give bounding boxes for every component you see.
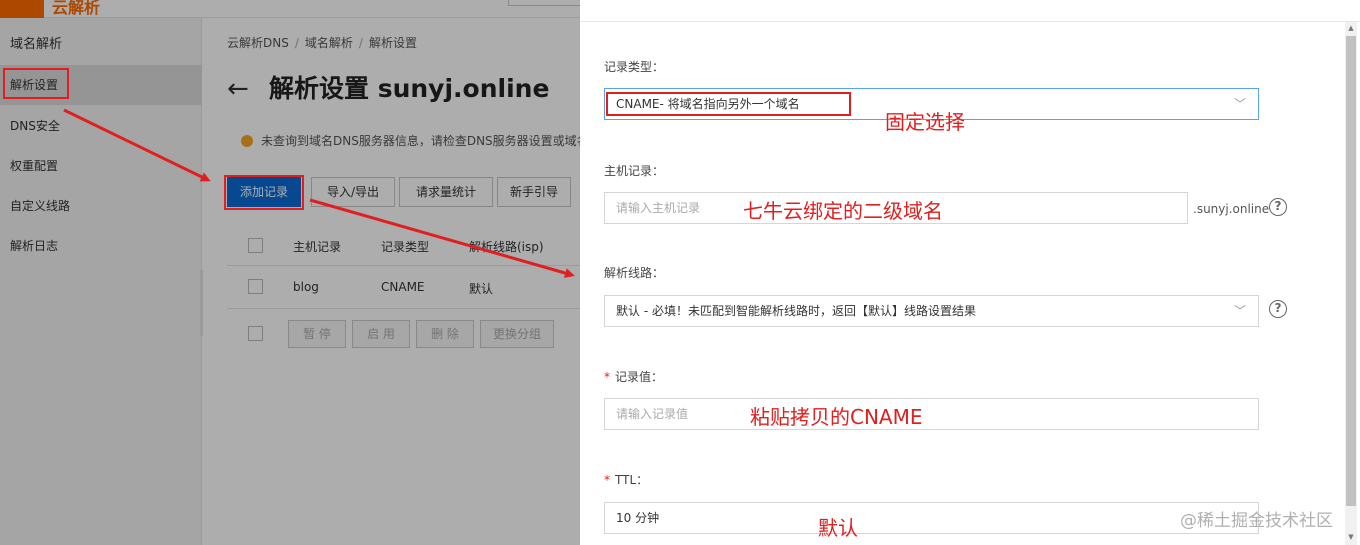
scroll-thumb[interactable]: [1346, 36, 1356, 506]
add-record-highlight-box: [224, 175, 304, 210]
chevron-down-icon: ﹀: [1233, 97, 1246, 111]
required-mark: *: [604, 473, 610, 487]
resolve-line-value: 默认 - 必填！未匹配到智能解析线路时，返回【默认】线路设置结果: [616, 304, 976, 318]
scroll-up-icon[interactable]: ▲: [1345, 22, 1357, 34]
resolve-line-label: 解析线路：: [604, 266, 665, 280]
domain-suffix: .sunyj.online: [1193, 202, 1270, 216]
record-value-label-text: 记录值：: [615, 370, 664, 384]
modal-overlay[interactable]: [0, 0, 580, 545]
drawer-scrollbar[interactable]: ▲ ▼: [1345, 22, 1357, 545]
record-type-label: 记录类型：: [604, 60, 665, 74]
annotation-default: 默认: [818, 516, 858, 540]
add-record-drawer: 记录类型： CNAME- 将域名指向另外一个域名 ﹀ 主机记录： 请输入主机记录…: [580, 0, 1360, 545]
host-record-placeholder: 请输入主机记录: [616, 201, 701, 215]
resolve-line-select[interactable]: 默认 - 必填！未匹配到智能解析线路时，返回【默认】线路设置结果 ﹀: [604, 295, 1259, 327]
help-icon[interactable]: ?: [1269, 300, 1287, 318]
host-record-label: 主机记录：: [604, 164, 665, 178]
annotation-paste-cname: 粘贴拷贝的CNAME: [750, 405, 923, 429]
annotation-fixed-choice: 固定选择: [885, 110, 965, 134]
watermark: @稀土掘金技术社区: [1180, 511, 1333, 531]
chevron-down-icon: ﹀: [1233, 304, 1246, 318]
record-value-label: * 记录值：: [604, 368, 663, 385]
ttl-label: * TTL：: [604, 471, 648, 488]
annotation-qiniu-subdomain: 七牛云绑定的二级域名: [743, 199, 943, 223]
record-value-input[interactable]: 请输入记录值: [604, 398, 1259, 430]
ttl-label-text: TTL：: [615, 473, 649, 487]
sidebar-highlight-box: [3, 68, 69, 99]
ttl-value: 10 分钟: [616, 511, 660, 525]
scroll-down-icon[interactable]: ▼: [1345, 531, 1357, 543]
required-mark: *: [604, 370, 610, 384]
ttl-select[interactable]: 10 分钟: [604, 502, 1259, 534]
record-value-placeholder: 请输入记录值: [616, 407, 689, 421]
record-type-highlight-box: [606, 92, 851, 116]
drawer-header: [580, 0, 1360, 22]
help-icon[interactable]: ?: [1269, 198, 1287, 216]
